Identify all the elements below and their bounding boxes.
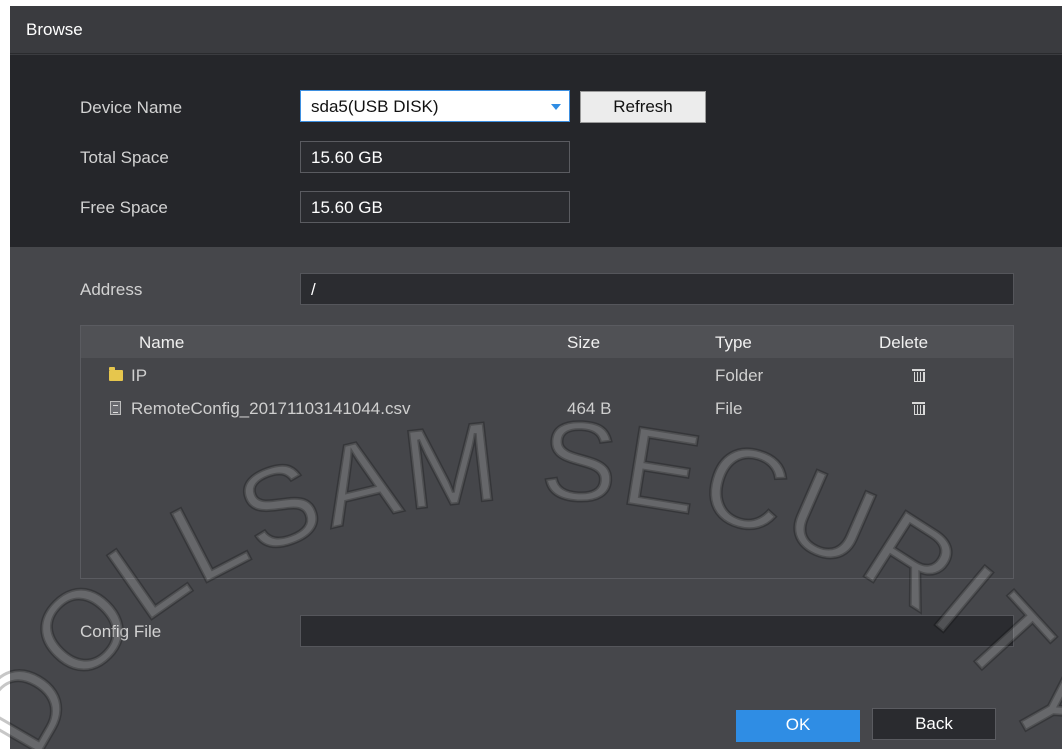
ok-button[interactable]: OK	[736, 710, 860, 742]
device-name-label: Device Name	[80, 98, 183, 117]
address-field[interactable]: /	[300, 273, 1014, 305]
row-name: IP	[131, 366, 148, 385]
row-type: Folder	[715, 366, 764, 385]
table-header: Name Size Type Delete	[81, 326, 1013, 358]
trash-icon[interactable]	[912, 369, 925, 382]
dialog-title: Browse	[26, 20, 83, 39]
column-size: Size	[567, 333, 601, 352]
back-button[interactable]: Back	[872, 708, 996, 740]
browse-dialog: Browse Device Name sda5(USB DISK) Refres…	[10, 6, 1062, 749]
folder-icon	[109, 367, 123, 381]
row-name: RemoteConfig_20171103141044.csv	[131, 399, 411, 418]
file-icon	[110, 401, 121, 415]
title-bar: Browse	[10, 6, 1062, 54]
file-table: Name Size Type Delete IP Folder RemoteCo…	[80, 325, 1014, 579]
file-browser-panel: Address / Name Size Type Delete IP Folde…	[10, 247, 1062, 749]
column-type: Type	[715, 333, 752, 352]
row-size: 464 B	[567, 399, 612, 418]
row-type: File	[715, 399, 743, 418]
device-panel: Device Name sda5(USB DISK) Refresh Total…	[10, 55, 1062, 247]
total-space-label: Total Space	[80, 148, 169, 167]
free-space-label: Free Space	[80, 198, 168, 217]
refresh-button[interactable]: Refresh	[580, 91, 706, 123]
free-space-field: 15.60 GB	[300, 191, 570, 223]
total-space-field: 15.60 GB	[300, 141, 570, 173]
table-row[interactable]: IP Folder	[81, 359, 1013, 392]
config-file-label: Config File	[80, 622, 162, 641]
chevron-down-icon	[551, 104, 561, 110]
table-row[interactable]: RemoteConfig_20171103141044.csv 464 B Fi…	[81, 392, 1013, 425]
column-name: Name	[139, 333, 185, 352]
column-delete: Delete	[879, 333, 929, 352]
device-name-value: sda5(USB DISK)	[311, 97, 439, 116]
address-label: Address	[80, 280, 143, 299]
trash-icon[interactable]	[912, 402, 925, 415]
config-file-field[interactable]	[300, 615, 1014, 647]
device-name-select[interactable]: sda5(USB DISK)	[300, 90, 570, 122]
